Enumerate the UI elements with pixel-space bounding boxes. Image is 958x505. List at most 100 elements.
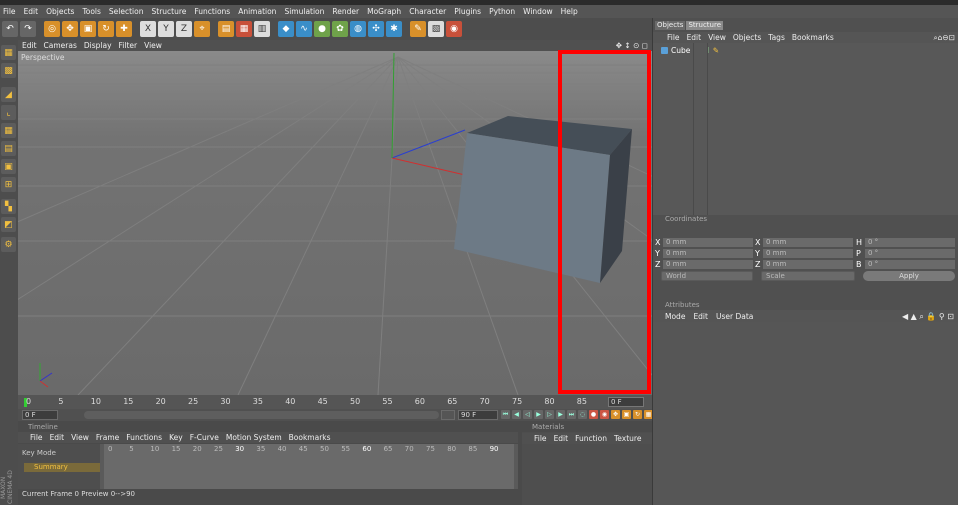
- next-frame-icon[interactable]: ▷: [545, 410, 554, 419]
- coordinate-field[interactable]: 0 mm: [763, 238, 853, 247]
- coordinate-field[interactable]: 0 mm: [763, 249, 853, 258]
- next-key-icon[interactable]: ▶: [556, 410, 565, 419]
- add-icon[interactable]: ✚: [116, 21, 132, 37]
- edges-mode-icon[interactable]: ▤: [1, 141, 16, 156]
- menu-mograph[interactable]: MoGraph: [367, 7, 401, 16]
- coordinate-field[interactable]: 0 °: [865, 249, 955, 258]
- menu-window[interactable]: Window: [523, 7, 553, 16]
- viewport-menu-filter[interactable]: Filter: [119, 41, 138, 50]
- coordinate-field[interactable]: 0 mm: [663, 249, 753, 258]
- coordinate-field[interactable]: 0 mm: [763, 260, 853, 269]
- undo-icon[interactable]: ↶: [2, 21, 18, 37]
- rotation-key-icon[interactable]: ↻: [633, 410, 642, 419]
- menu-render[interactable]: Render: [332, 7, 359, 16]
- python-icon[interactable]: ▧: [428, 21, 444, 37]
- go-to-start-icon[interactable]: ⏮: [501, 410, 510, 419]
- timeline-menu-fcurve[interactable]: F-Curve: [190, 433, 219, 442]
- phong-tag-icon[interactable]: ✎: [713, 46, 719, 55]
- redo-icon[interactable]: ↷: [20, 21, 36, 37]
- tab-structure[interactable]: Structure: [686, 21, 724, 30]
- summary-track[interactable]: Summary: [24, 463, 100, 472]
- subdivision-icon[interactable]: ●: [314, 21, 330, 37]
- current-frame-field[interactable]: 0 F: [608, 397, 644, 407]
- points-mode-icon[interactable]: ▦: [1, 123, 16, 138]
- coordinate-field[interactable]: 0 °: [865, 260, 955, 269]
- spline-pen-icon[interactable]: ∿: [296, 21, 312, 37]
- keyframe-selection-icon[interactable]: ✥: [611, 410, 620, 419]
- viewport-nav-icons[interactable]: ✥ ↕ ⊙ ◻: [616, 41, 648, 50]
- materials-menu-function[interactable]: Function: [575, 434, 607, 443]
- polygons-mode-icon[interactable]: ▣: [1, 159, 16, 174]
- menu-plugins[interactable]: Plugins: [454, 7, 481, 16]
- array-icon[interactable]: ✿: [332, 21, 348, 37]
- x-axis-icon[interactable]: X: [140, 21, 156, 37]
- materials-menu-texture[interactable]: Texture: [614, 434, 641, 443]
- objects-menu-bookmarks[interactable]: Bookmarks: [792, 33, 834, 42]
- rotate-icon[interactable]: ↻: [98, 21, 114, 37]
- scene-icon[interactable]: ✣: [368, 21, 384, 37]
- scale-select[interactable]: Scale: [761, 271, 855, 281]
- menu-character[interactable]: Character: [409, 7, 446, 16]
- previous-frame-icon[interactable]: ◁: [523, 410, 532, 419]
- attributes-menu-edit[interactable]: Edit: [693, 312, 708, 321]
- viewport-menu-view[interactable]: View: [144, 41, 162, 50]
- attributes-nav-icons[interactable]: ◀ ▲ ⌕ 🔒 ⚲ ⊡: [902, 312, 954, 322]
- coordinate-field[interactable]: 0 mm: [663, 238, 753, 247]
- coordinate-field[interactable]: 0 °: [865, 238, 955, 247]
- materials-menu-file[interactable]: File: [534, 434, 547, 443]
- soft-selection-icon[interactable]: ⚙: [1, 237, 16, 252]
- apply-button[interactable]: Apply: [863, 271, 955, 281]
- timeline-menu-file[interactable]: File: [30, 433, 43, 442]
- perspective-viewport[interactable]: Perspective: [18, 51, 652, 395]
- objects-menu-tags[interactable]: Tags: [768, 33, 785, 42]
- preview-end-field[interactable]: [441, 410, 455, 420]
- tab-objects[interactable]: Objects: [655, 21, 686, 30]
- play-icon[interactable]: ▶: [534, 410, 543, 419]
- objects-menu-view[interactable]: View: [708, 33, 726, 42]
- materials-menu-edit[interactable]: Edit: [554, 434, 569, 443]
- menu-tools[interactable]: Tools: [82, 7, 100, 16]
- position-key-icon[interactable]: ▣: [622, 410, 631, 419]
- menu-functions[interactable]: Functions: [194, 7, 230, 16]
- timeline-menu-bookmarks[interactable]: Bookmarks: [289, 433, 331, 442]
- axis-mode-icon[interactable]: ⊞: [1, 177, 16, 192]
- loop-icon[interactable]: ◌: [578, 410, 587, 419]
- go-to-end-icon[interactable]: ⏭: [567, 410, 576, 419]
- viewport-menu-cameras[interactable]: Cameras: [44, 41, 77, 50]
- camera-icon[interactable]: ✱: [386, 21, 402, 37]
- record-icon[interactable]: ◉: [446, 21, 462, 37]
- menu-selection[interactable]: Selection: [109, 7, 144, 16]
- objects-menu-edit[interactable]: Edit: [687, 33, 702, 42]
- render-picture-viewer-icon[interactable]: ▦: [236, 21, 252, 37]
- menu-file[interactable]: File: [3, 7, 16, 16]
- snap-icon[interactable]: ◩: [1, 217, 16, 232]
- objects-menu-objects[interactable]: Objects: [733, 33, 761, 42]
- attributes-menu-mode[interactable]: Mode: [665, 312, 685, 321]
- menu-animation[interactable]: Animation: [238, 7, 276, 16]
- timeline-menu-functions[interactable]: Functions: [126, 433, 162, 442]
- objects-menu-file[interactable]: File: [667, 33, 680, 42]
- workplane-icon[interactable]: ⌞: [1, 105, 16, 120]
- viewport-menu-display[interactable]: Display: [84, 41, 112, 50]
- coordinate-field[interactable]: 0 mm: [663, 260, 753, 269]
- attributes-menu-user-data[interactable]: User Data: [716, 312, 753, 321]
- end-frame-field[interactable]: 90 F: [458, 410, 498, 420]
- preview-range-slider[interactable]: [84, 411, 439, 419]
- timeline-menu-key[interactable]: Key: [169, 433, 183, 442]
- menu-structure[interactable]: Structure: [152, 7, 187, 16]
- menu-python[interactable]: Python: [489, 7, 515, 16]
- menu-edit[interactable]: Edit: [24, 7, 39, 16]
- timeline-menu-frame[interactable]: Frame: [96, 433, 119, 442]
- viewport-menu-edit[interactable]: Edit: [22, 41, 37, 50]
- edit-render-settings-icon[interactable]: ▥: [254, 21, 270, 37]
- timeline-menu-view[interactable]: View: [71, 433, 89, 442]
- objects-search-icon[interactable]: ⌕⌂⊖⊡: [933, 33, 955, 43]
- autokey-icon[interactable]: ◉: [600, 410, 609, 419]
- deformer-icon[interactable]: ◍: [350, 21, 366, 37]
- live-select-icon[interactable]: ◎: [44, 21, 60, 37]
- timeline-ruler[interactable]: 051015202530354045505560657075808590 0 F: [18, 395, 652, 409]
- make-editable-icon[interactable]: ▦: [1, 45, 16, 60]
- model-mode-icon[interactable]: ▩: [1, 63, 16, 78]
- coordinate-system-icon[interactable]: ⌖: [194, 21, 210, 37]
- previous-key-icon[interactable]: ◀: [512, 410, 521, 419]
